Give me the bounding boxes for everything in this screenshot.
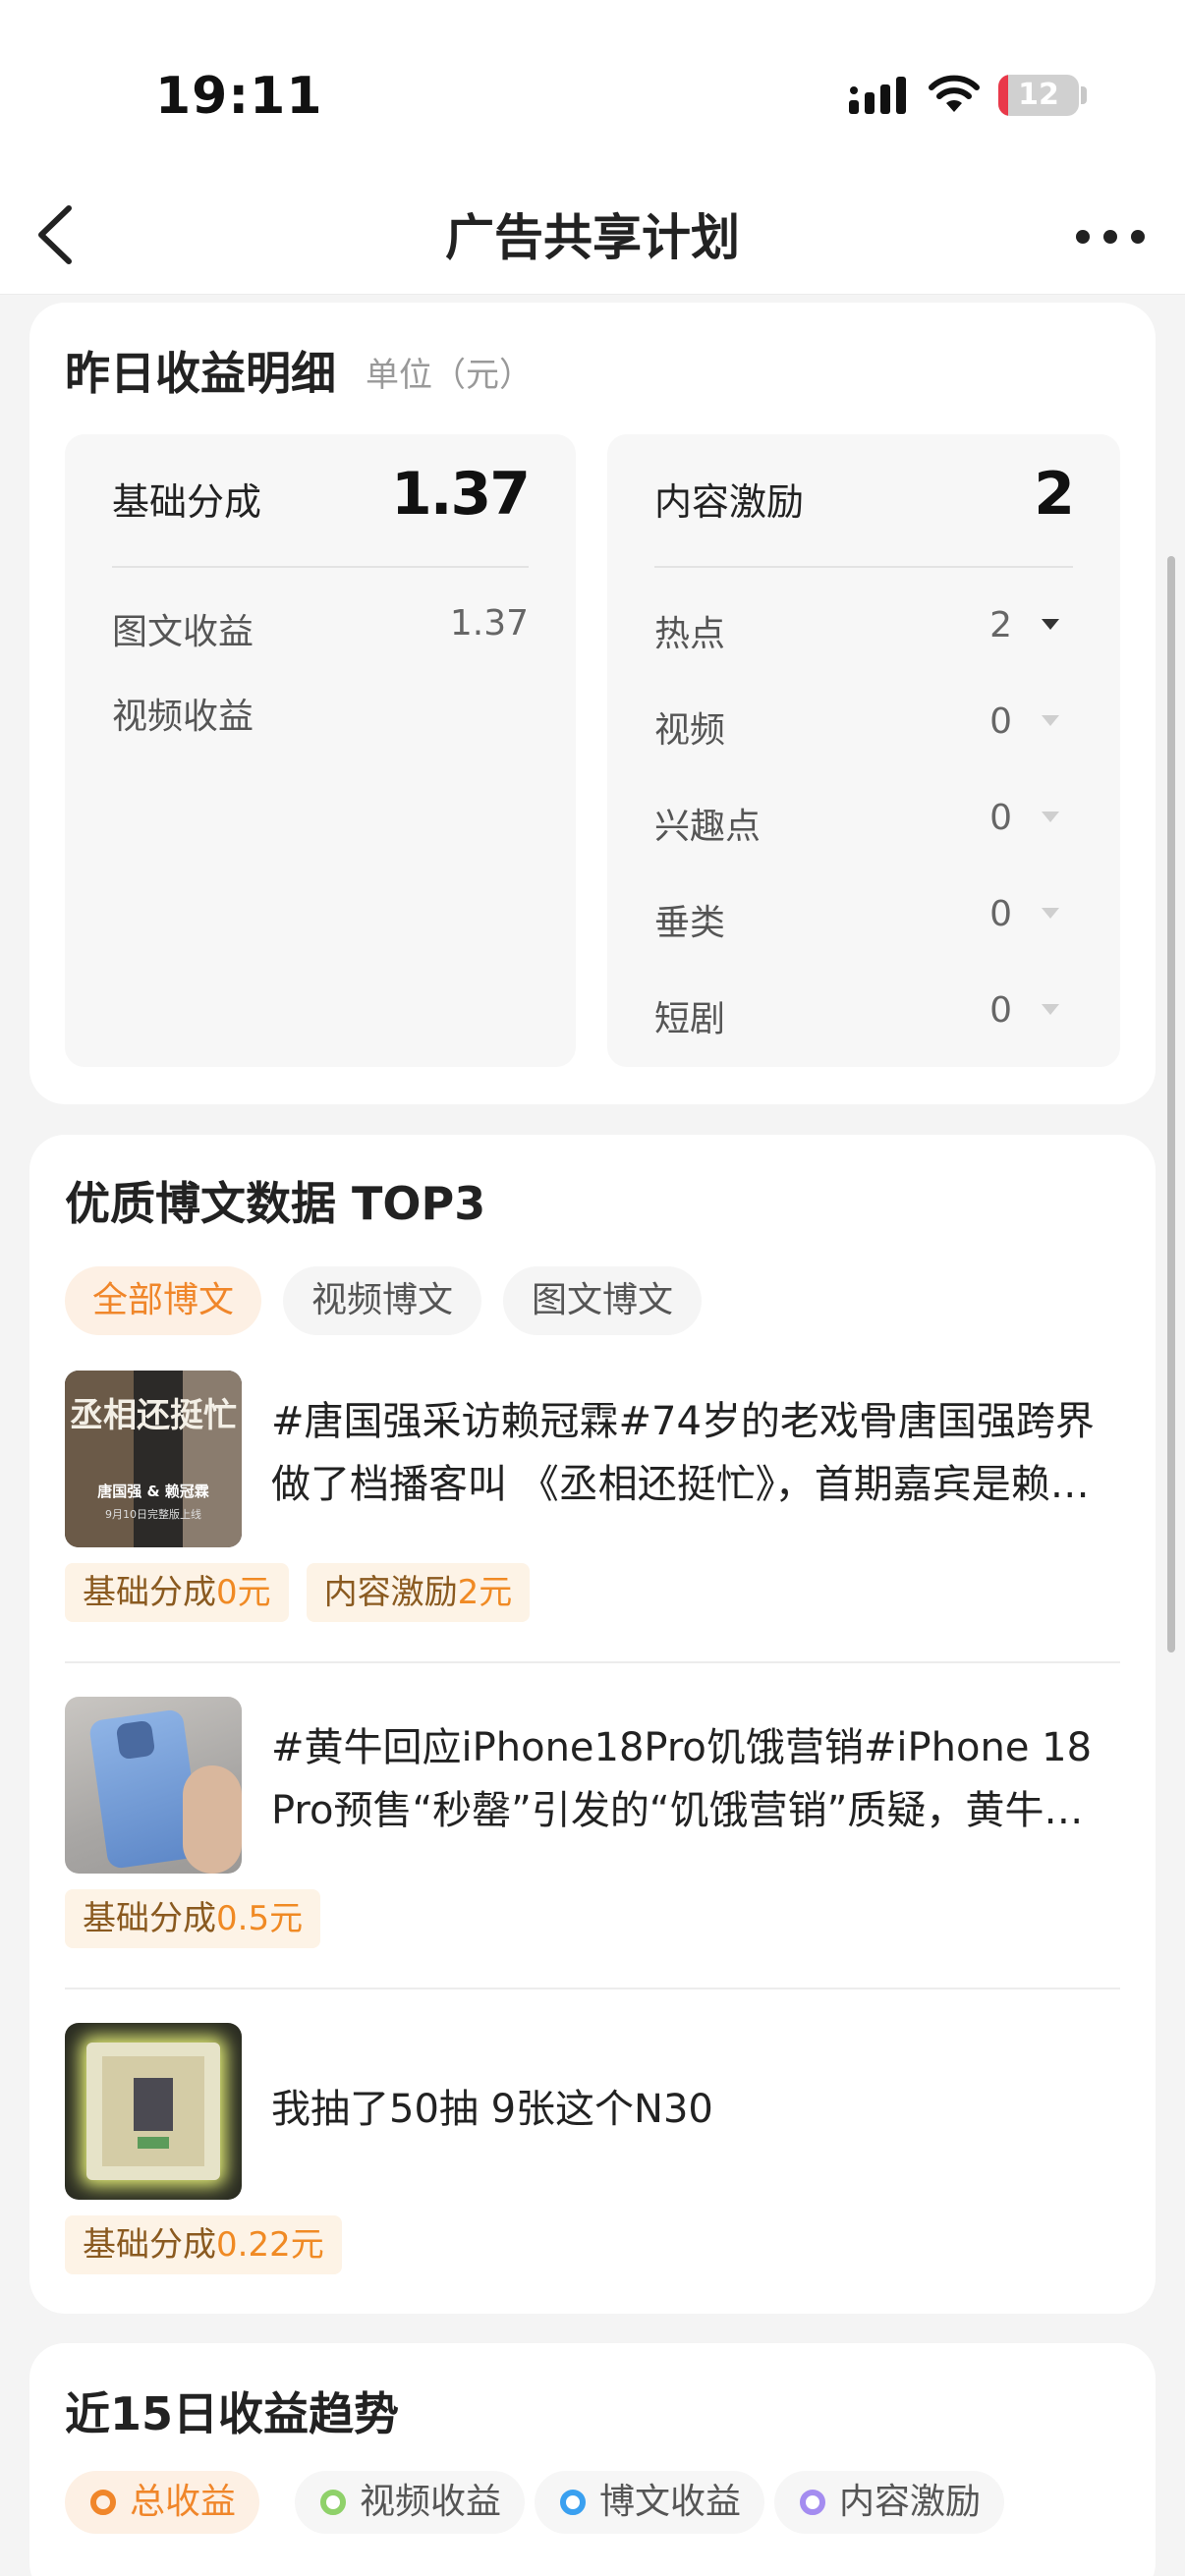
yesterday-earnings-card: 昨日收益明细 单位（元） 基础分成 1.37 图文收益 1.37 视频收益 内容… [29, 303, 1156, 1104]
page-title: 广告共享计划 [445, 209, 740, 266]
battery-icon: 12 [998, 75, 1079, 116]
tab-video-posts[interactable]: 视频博文 [283, 1266, 481, 1335]
image-text-earnings-value: 1.37 [449, 603, 529, 644]
incentive-row-hot-value: 2 [989, 605, 1012, 645]
incentive-row-interest-label[interactable]: 兴趣点 [654, 798, 761, 849]
divider [65, 1661, 1120, 1663]
post-tags: 基础分成0.22元 [65, 2215, 342, 2274]
post-thumbnail[interactable]: 丞相还挺忙 唐国强 & 赖冠霖 9月10日完整版上线 [65, 1371, 242, 1547]
post-text[interactable]: #唐国强采访赖冠霖#74岁的老戏骨唐国强跨界做了档播客叫 《丞相还挺忙》，首期嘉… [271, 1390, 1120, 1516]
legend-dot-icon [800, 2490, 825, 2515]
scrollbar[interactable] [1167, 556, 1175, 1652]
incentive-row-vertical-label[interactable]: 垂类 [654, 894, 725, 945]
caret-down-icon[interactable] [1042, 1004, 1059, 1015]
legend-dot-icon [320, 2490, 346, 2515]
base-share-tag: 基础分成0.22元 [65, 2215, 342, 2274]
top-posts-title: 优质博文数据 TOP3 [65, 1177, 486, 1230]
base-share-tag: 基础分成0.5元 [65, 1889, 321, 1948]
post-thumbnail[interactable] [65, 1697, 242, 1874]
unit-label: 单位（元） [366, 356, 533, 395]
content-incentive-panel: 内容激励 2 热点 2 视频 0 兴趣点 0 垂类 0 短剧 0 [607, 434, 1120, 1067]
divider [654, 566, 1073, 568]
legend-post-earnings[interactable]: 博文收益 [535, 2471, 765, 2534]
video-earnings-label: 视频收益 [112, 697, 254, 737]
tab-image-text-posts[interactable]: 图文博文 [503, 1266, 702, 1335]
image-text-earnings-label: 图文收益 [112, 612, 254, 652]
post-tags: 基础分成0元 内容激励2元 [65, 1563, 531, 1622]
post-item[interactable]: 丞相还挺忙 唐国强 & 赖冠霖 9月10日完整版上线 #唐国强采访赖冠霖#74岁… [65, 1371, 1120, 1685]
thumbnail-title-text: 丞相还挺忙 [70, 1396, 237, 1435]
post-tags: 基础分成0.5元 [65, 1889, 321, 1948]
legend-dot-icon [90, 2490, 116, 2515]
top-posts-card: 优质博文数据 TOP3 全部博文 视频博文 图文博文 丞相还挺忙 唐国强 & 赖… [29, 1135, 1156, 2314]
tab-all-posts[interactable]: 全部博文 [65, 1266, 261, 1335]
battery-cap [1081, 86, 1087, 104]
caret-down-icon[interactable] [1042, 812, 1059, 822]
post-item[interactable]: 我抽了50抽 9张这个N30 基础分成0.22元 [65, 2023, 1120, 2337]
divider [65, 1988, 1120, 1989]
base-share-tag: 基础分成0元 [65, 1563, 289, 1622]
legend-video-earnings[interactable]: 视频收益 [295, 2471, 526, 2534]
post-text[interactable]: 我抽了50抽 9张这个N30 [271, 2078, 1120, 2141]
incentive-row-video-value: 0 [989, 701, 1012, 742]
post-thumbnail[interactable] [65, 2023, 242, 2200]
thumbnail-date-text: 9月10日完整版上线 [105, 1508, 201, 1521]
incentive-row-interest-value: 0 [989, 798, 1012, 838]
nav-bar: 广告共享计划 [0, 177, 1185, 295]
legend-content-incentive[interactable]: 内容激励 [774, 2471, 1005, 2534]
wifi-icon [929, 75, 980, 112]
incentive-row-vertical-value: 0 [989, 894, 1012, 934]
thumbnail-names-text: 唐国强 & 赖冠霖 [97, 1483, 209, 1500]
legend-total-earnings[interactable]: 总收益 [65, 2471, 260, 2534]
incentive-row-video-label[interactable]: 视频 [654, 701, 725, 753]
post-item[interactable]: #黄牛回应iPhone18Pro饥饿营销#iPhone 18 Pro预售“秒罄”… [65, 1697, 1120, 2011]
post-text[interactable]: #黄牛回应iPhone18Pro饥饿营销#iPhone 18 Pro预售“秒罄”… [271, 1716, 1120, 1842]
trend-title: 近15日收益趋势 [65, 2387, 400, 2440]
more-horizontal-icon[interactable] [1071, 222, 1150, 252]
status-bar: 19:11 12 [0, 0, 1185, 177]
caret-down-icon[interactable] [1042, 715, 1059, 726]
cellular-signal-icon [849, 77, 906, 114]
caret-down-icon[interactable] [1042, 908, 1059, 919]
base-share-value: 1.37 [390, 460, 531, 529]
base-share-panel: 基础分成 1.37 图文收益 1.37 视频收益 [65, 434, 576, 1067]
legend-dot-icon [560, 2490, 586, 2515]
content-incentive-value: 2 [1034, 460, 1075, 529]
content-incentive-tag: 内容激励2元 [306, 1563, 531, 1622]
base-share-label: 基础分成 [112, 480, 262, 524]
earnings-trend-card: 近15日收益趋势 总收益 视频收益 博文收益 内容激励 [29, 2343, 1156, 2576]
content-incentive-label: 内容激励 [654, 480, 805, 524]
incentive-row-hot-label[interactable]: 热点 [654, 605, 725, 656]
battery-level: 12 [1018, 78, 1059, 112]
status-time: 19:11 [155, 67, 323, 126]
incentive-row-short-drama-label[interactable]: 短剧 [654, 990, 725, 1041]
incentive-row-short-drama-value: 0 [989, 990, 1012, 1031]
divider [112, 566, 529, 568]
yesterday-title: 昨日收益明细 [65, 347, 336, 400]
caret-down-icon[interactable] [1042, 619, 1059, 630]
